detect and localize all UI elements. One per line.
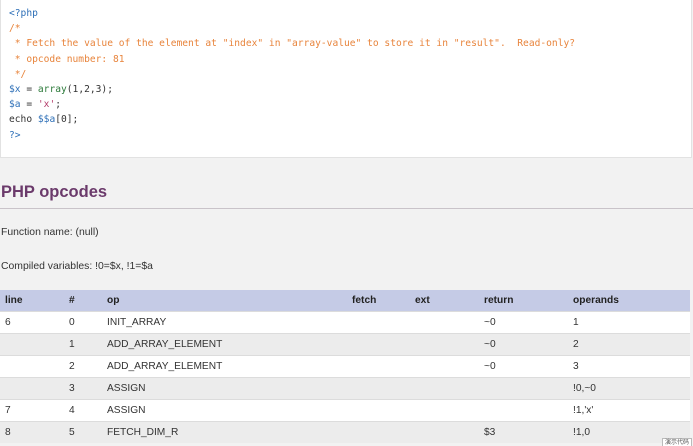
code-line: $x = array(1,2,3); (9, 82, 691, 97)
cell-ext (410, 310, 479, 333)
code-token: [0]; (55, 114, 79, 126)
table-row: 8 5 FETCH_DIM_R $3 !1,0 (0, 420, 690, 443)
cell-number: 0 (64, 310, 102, 333)
cell-fetch (347, 332, 410, 355)
cell-op: ADD_ARRAY_ELEMENT (102, 354, 347, 377)
cell-line (0, 354, 64, 377)
header-fetch: fetch (347, 290, 410, 311)
cell-op: ADD_ARRAY_ELEMENT (102, 332, 347, 355)
table-row: 2 ADD_ARRAY_ELEMENT ~0 3 (0, 354, 690, 377)
code-token: array (37, 84, 67, 96)
cell-line: 7 (0, 398, 64, 421)
compiled-variables: Compiled variables: !0=$x, !1=$a (1, 261, 153, 272)
cell-ext (410, 420, 479, 443)
code-line: <?php (9, 6, 691, 21)
header-op: op (102, 290, 347, 311)
code-line: /* (9, 21, 691, 36)
cell-op: INIT_ARRAY (102, 310, 347, 333)
code-token: echo (9, 114, 38, 126)
cell-line (0, 376, 64, 399)
cell-number: 4 (64, 398, 102, 421)
code-token: * Fetch the value of the element at "ind… (9, 38, 576, 50)
cell-op: ASSIGN (102, 376, 347, 399)
code-token: = (20, 84, 38, 96)
cell-return: ~0 (479, 354, 568, 377)
cell-line (0, 332, 64, 355)
code-token: ?> (9, 129, 21, 141)
code-listing: <?php /* * Fetch the value of the element… (0, 0, 692, 158)
code-line: * Fetch the value of the element at "ind… (9, 36, 691, 51)
table-row: 6 0 INIT_ARRAY ~0 1 (0, 310, 690, 333)
code-token: $$a (37, 114, 56, 126)
cell-return (479, 376, 568, 399)
table-row: 1 ADD_ARRAY_ELEMENT ~0 2 (0, 332, 690, 355)
cell-fetch (347, 310, 410, 333)
cell-operands: 1 (568, 310, 690, 333)
cell-fetch (347, 420, 410, 443)
cell-ext (410, 398, 479, 421)
cell-op: FETCH_DIM_R (102, 420, 347, 443)
cell-ext (410, 354, 479, 377)
cell-ext (410, 332, 479, 355)
code-token: */ (9, 68, 27, 80)
cell-op: ASSIGN (102, 398, 347, 421)
cell-return: $3 (479, 420, 568, 443)
cell-return: ~0 (479, 310, 568, 333)
cell-operands: !1,'x' (568, 398, 690, 421)
code-token: (1,2,3); (66, 84, 113, 96)
cell-number: 1 (64, 332, 102, 355)
cell-ext (410, 376, 479, 399)
cell-operands: 3 (568, 354, 690, 377)
table-row: 3 ASSIGN !0,~0 (0, 376, 690, 399)
code-token: <?php (9, 8, 38, 19)
header-operands: operands (568, 290, 690, 311)
code-token: /* (9, 23, 21, 35)
cell-number: 5 (64, 420, 102, 443)
header-line: line (0, 290, 64, 311)
cell-operands: !0,~0 (568, 376, 690, 399)
code-line: echo $$a[0]; (9, 112, 691, 127)
code-line: ?> (9, 128, 691, 143)
code-token: 'x' (37, 99, 56, 111)
header-number: # (64, 290, 102, 311)
code-token: $x (9, 84, 21, 96)
opcodes-table: line # op fetch ext return operands 6 0 IN… (0, 290, 690, 443)
function-name: Function name: (null) (1, 227, 99, 238)
header-ext: ext (410, 290, 479, 311)
section-title: PHP opcodes (1, 183, 108, 201)
code-line: $a = 'x'; (9, 97, 691, 112)
code-line: * opcode number: 81 (9, 52, 691, 67)
cell-number: 3 (64, 376, 102, 399)
code-token: $a (9, 99, 21, 111)
code-token: ; (55, 99, 61, 111)
table-row: 7 4 ASSIGN !1,'x' (0, 398, 690, 421)
cell-return (479, 398, 568, 421)
header-return: return (479, 290, 568, 311)
cell-operands: 2 (568, 332, 690, 355)
cell-fetch (347, 354, 410, 377)
code-token: = (20, 99, 38, 111)
cell-return: ~0 (479, 332, 568, 355)
code-line: */ (9, 67, 691, 82)
cell-number: 2 (64, 354, 102, 377)
corner-badge: 演示代码 (661, 438, 692, 446)
title-divider (0, 208, 693, 209)
code-token: * opcode number: 81 (9, 53, 125, 65)
cell-line: 8 (0, 420, 64, 443)
cell-line: 6 (0, 310, 64, 333)
cell-fetch (347, 398, 410, 421)
cell-fetch (347, 376, 410, 399)
opcodes-header-row: line # op fetch ext return operands (0, 290, 690, 311)
